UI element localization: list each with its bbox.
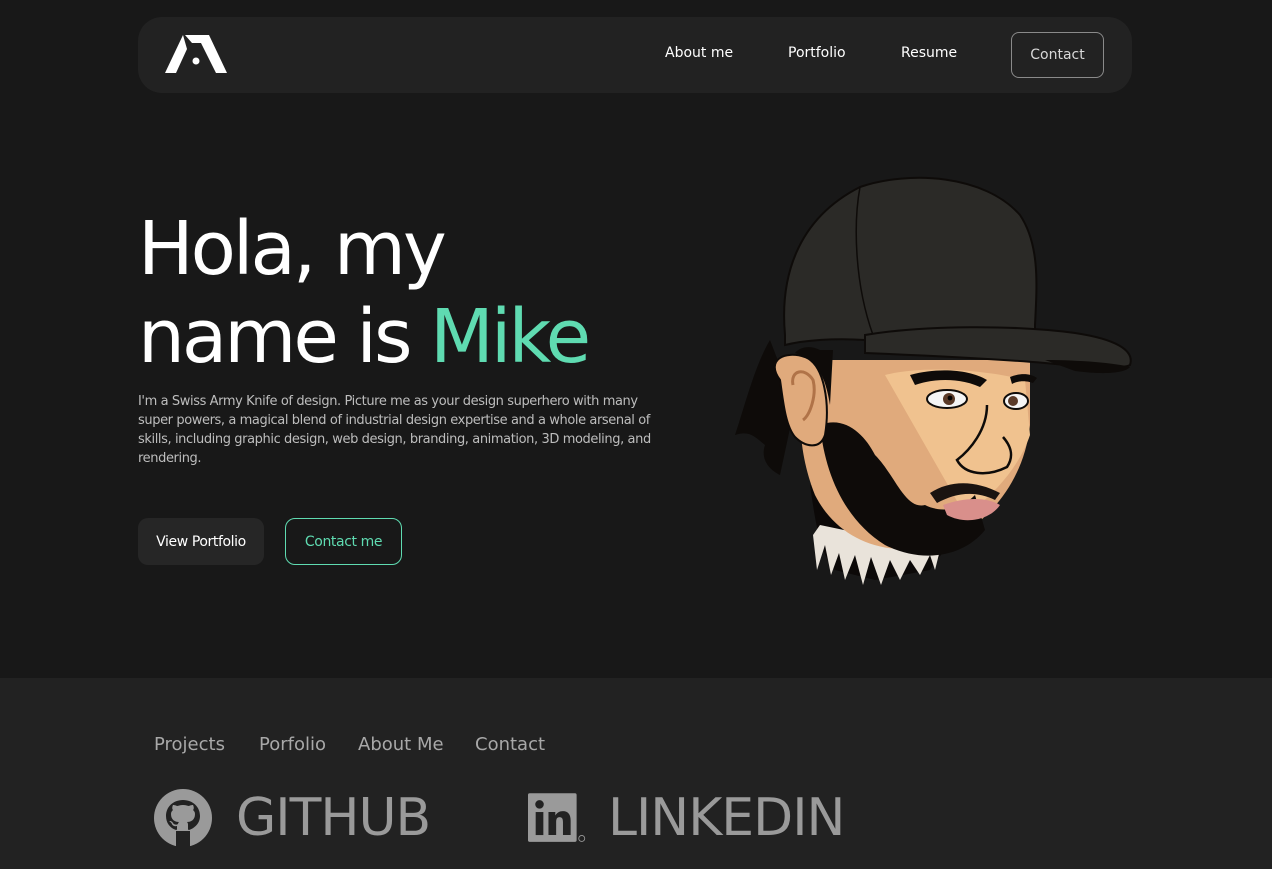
contact-me-button[interactable]: Contact me: [285, 518, 402, 565]
nav-link-about[interactable]: About me: [665, 45, 733, 61]
hero-description: I'm a Swiss Army Knife of design. Pictur…: [138, 394, 651, 466]
footer-link-contact[interactable]: Contact: [475, 734, 545, 755]
nav-link-portfolio[interactable]: Portfolio: [788, 45, 846, 61]
footer-link-about[interactable]: About Me: [358, 734, 444, 755]
github-icon: [154, 789, 212, 847]
hero-title: Hola, my name is Mike: [138, 205, 591, 381]
linkedin-label: LINKEDIN: [608, 788, 845, 848]
view-portfolio-button[interactable]: View Portfolio: [138, 518, 264, 565]
linkedin-link[interactable]: LINKEDIN: [528, 788, 845, 848]
avatar-illustration: [735, 176, 1132, 585]
footer: Projects Porfolio About Me Contact GITHU…: [0, 678, 1272, 869]
nav-link-resume[interactable]: Resume: [901, 45, 957, 61]
navbar: About me Portfolio Resume Contact: [138, 17, 1132, 93]
nav-contact-button[interactable]: Contact: [1011, 32, 1104, 78]
footer-link-projects[interactable]: Projects: [154, 734, 225, 755]
hero-title-line2: name is: [138, 294, 431, 380]
footer-link-portfolio[interactable]: Porfolio: [259, 734, 326, 755]
linkedin-icon: [528, 793, 586, 842]
github-link[interactable]: GITHUB: [154, 788, 431, 848]
logo-icon[interactable]: [165, 35, 227, 75]
hero-title-line1: Hola, my: [138, 206, 447, 292]
hero-name: Mike: [430, 294, 591, 380]
github-label: GITHUB: [236, 788, 431, 848]
